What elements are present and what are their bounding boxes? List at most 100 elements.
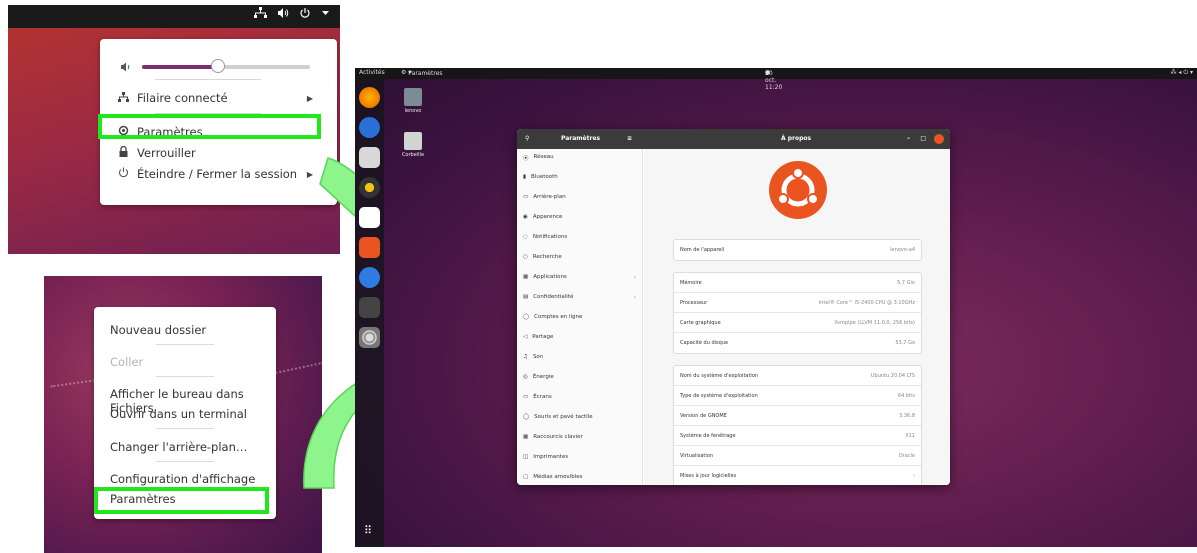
info-row: Mises à jour logicielles › [674, 466, 921, 485]
sidebar-item-label: Notifications [532, 234, 568, 240]
sidebar-item[interactable]: ◎ Énergie [523, 374, 554, 380]
sidebar-item[interactable]: ▮ Bluetooth [523, 174, 558, 180]
device-name-label: Nom de l'appareil [680, 247, 725, 253]
sidebar-item-label: Apparence [532, 214, 563, 220]
sidebar-item[interactable]: ▦ Applications [523, 274, 567, 280]
device-name-row[interactable]: Nom de l'appareil lenovo-a4 [674, 240, 921, 260]
trash-icon-label: Corbeille [401, 152, 425, 158]
sidebar-item-label: Réseau [533, 154, 554, 160]
sidebar-item-icon: ⦿ [523, 156, 529, 162]
show-apps-grid-icon[interactable]: ⠿ [364, 524, 372, 537]
home-icon-label: lenovo [404, 108, 422, 114]
sidebar-item-label: Recherche [532, 254, 562, 260]
desktop-icon-home[interactable]: lenovo [393, 88, 433, 114]
software-icon[interactable] [359, 237, 380, 258]
sidebar-item[interactable]: ▭ Arrière-plan [523, 194, 566, 200]
sidebar-item-label: Souris et pavé tactile [534, 414, 593, 420]
info-row: Version de GNOME 3.36.8 [674, 406, 921, 426]
desktop-screenshot: Activités ⚙ Paramètres ▾ 20 oct. 11:20 ●… [355, 68, 1197, 547]
sidebar-item-icon: ◉ [523, 214, 528, 220]
sidebar-item[interactable]: ◉ Apparence [523, 214, 562, 220]
maximize-icon[interactable]: □ [920, 135, 926, 142]
sidebar-item-label: Raccourcis clavier [533, 434, 583, 440]
firefox-icon[interactable] [359, 87, 380, 108]
info-row-value: 3.36.8 [899, 413, 915, 419]
help-icon[interactable] [359, 267, 380, 288]
info-row-value: Intel® Core™ i5-2400 CPU @ 3.10GHz [818, 300, 915, 306]
info-row: Type de système d'exploitation 64 bits [674, 386, 921, 406]
sidebar-item-label: Applications [533, 274, 567, 280]
info-row-label: Mémoire [680, 280, 702, 286]
clock-label: 20 oct. 11:20 [765, 70, 783, 91]
sidebar-item[interactable]: ⦿ Réseau [523, 154, 554, 162]
system-tray[interactable]: ⁂ ◂ ⏻ ▾ [1171, 69, 1194, 77]
minimize-icon[interactable]: – [907, 135, 910, 142]
sidebar-item[interactable]: ▭ Écrans [523, 394, 552, 400]
info-row-value: Oracle [898, 453, 915, 459]
sidebar-item-icon: ▢ [523, 474, 529, 480]
sidebar-item[interactable]: ◯ Comptes en ligne [523, 314, 582, 320]
sidebar-item-icon: ◁ [523, 334, 528, 340]
sidebar-item-icon: ◌ [523, 234, 528, 240]
terminal-icon[interactable] [359, 297, 380, 318]
sidebar-item-label: Son [532, 354, 544, 360]
device-name-card: Nom de l'appareil lenovo-a4 [673, 239, 922, 261]
sidebar-item-label: Médias amovibles [533, 474, 583, 480]
sidebar-item-label: Imprimantes [533, 454, 569, 460]
ubuntu-logo [769, 161, 827, 219]
rhythmbox-icon[interactable] [359, 177, 380, 198]
info-row-value: 5,7 Gio [897, 280, 915, 286]
sidebar-item-icon: ◯ [523, 414, 530, 420]
info-row-label: Virtualisation [680, 453, 713, 459]
sidebar-item[interactable]: ◌ Notifications [523, 234, 567, 240]
clock[interactable]: 20 oct. 11:20 ● [765, 69, 782, 91]
sidebar-item[interactable]: ▦ Raccourcis clavier [523, 434, 583, 440]
close-icon[interactable] [934, 134, 944, 144]
info-row: Processeur Intel® Core™ i5-2400 CPU @ 3.1… [674, 293, 921, 313]
info-row-value: Ubuntu 20.04 LTS [870, 373, 915, 379]
info-row-value: X11 [905, 433, 915, 439]
info-row-value: llvmpipe (LLVM 11.0.0, 256 bits) [834, 320, 915, 326]
thunderbird-icon[interactable] [359, 117, 380, 138]
sidebar-item[interactable]: ◁ Partage [523, 334, 553, 340]
info-row: Carte graphique llvmpipe (LLVM 11.0.0, 25… [674, 313, 921, 333]
sidebar-item-icon: ▦ [523, 434, 529, 440]
sidebar-item-label: Partage [532, 334, 554, 340]
hamburger-menu-icon[interactable]: ≡ [627, 135, 632, 142]
sidebar-item[interactable]: ○ Recherche [523, 254, 562, 260]
sidebar-item-icon: ▭ [523, 394, 529, 400]
sidebar-item[interactable]: ◫ Imprimantes [523, 454, 568, 460]
info-row: Mémoire 5,7 Gio [674, 273, 921, 293]
info-row-label: Processeur [680, 300, 708, 306]
libreoffice-icon[interactable] [359, 207, 380, 228]
sidebar-item[interactable]: ♫ Son [523, 354, 543, 360]
files-icon[interactable] [359, 147, 380, 168]
sidebar-item-icon: ◫ [523, 454, 529, 460]
settings-headerbar: ⚲ Paramètres ≡ À propos – □ [517, 129, 950, 149]
sidebar-item[interactable]: ▤ Confidentialité [523, 294, 573, 300]
settings-app-icon[interactable] [359, 327, 380, 348]
sidebar-item-label: Énergie [532, 374, 554, 380]
sidebar-item-label: Arrière-plan [533, 194, 566, 200]
app-menu[interactable]: ⚙ Paramètres ▾ [401, 69, 443, 77]
sidebar-item-icon: ◎ [523, 374, 528, 380]
sidebar-item[interactable]: ◯ Souris et pavé tactile [523, 414, 593, 420]
sidebar-item[interactable]: ▢ Médias amovibles [523, 474, 582, 480]
activities-button[interactable]: Activités [359, 69, 385, 76]
info-row: Système de fenêtrage X11 [674, 426, 921, 446]
sidebar-item-label: Confidentialité [533, 294, 574, 300]
info-row-label: Type de système d'exploitation [680, 393, 758, 399]
info-row-label: Système de fenêtrage [680, 433, 736, 439]
sidebar-item-icon: ○ [523, 254, 528, 260]
sidebar-item-label: Bluetooth [531, 174, 558, 180]
desktop-icon-trash[interactable]: Corbeille [393, 132, 433, 158]
gnome-top-bar: Activités ⚙ Paramètres ▾ 20 oct. 11:20 ●… [355, 68, 1197, 91]
info-row-label: Carte graphique [680, 320, 721, 326]
search-icon[interactable]: ⚲ [525, 135, 529, 142]
info-row-label: Nom du système d'exploitation [680, 373, 759, 379]
sidebar-item-icon: ▤ [523, 294, 529, 300]
hardware-card: Mémoire 5,7 Gio Processeur Intel® Core™ i5-… [673, 272, 922, 354]
tutorial-composite: Filaire connecté ▶ Paramètres Verrouille… [0, 0, 1197, 553]
app-menu-label: Paramètres [408, 70, 443, 77]
info-row-label: Version de GNOME [680, 413, 727, 419]
